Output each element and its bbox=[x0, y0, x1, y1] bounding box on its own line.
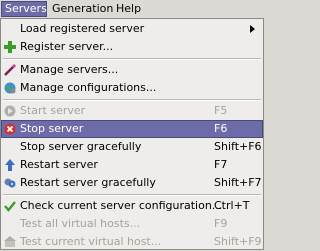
menu-item-label: Stop server bbox=[20, 122, 84, 135]
menu-item-label: Test current virtual host... bbox=[20, 235, 162, 248]
menu-item-manage-servers[interactable]: Manage servers... bbox=[1, 61, 263, 79]
menu-item-restart-server-gracefully[interactable]: Restart server gracefully Shift+F7 bbox=[1, 174, 263, 192]
plus-icon bbox=[4, 41, 16, 53]
menubar: Servers Generation Help bbox=[0, 0, 264, 18]
menu-servers-label: Servers bbox=[5, 2, 47, 15]
config-globe-icon bbox=[4, 82, 16, 94]
submenu-arrow-icon bbox=[250, 25, 255, 33]
restart-icon bbox=[4, 159, 16, 171]
check-icon bbox=[4, 200, 16, 212]
menu-item-label: Register server... bbox=[20, 40, 114, 53]
stop-icon bbox=[4, 123, 16, 135]
menu-item-label: Start server bbox=[20, 104, 86, 117]
menu-item-shortcut: F5 bbox=[214, 104, 228, 117]
menu-item-shortcut: Shift+F6 bbox=[214, 140, 262, 153]
menu-item-start-server[interactable]: Start server F5 bbox=[1, 102, 263, 120]
menu-separator bbox=[3, 58, 261, 60]
menu-generation[interactable]: Generation bbox=[49, 1, 115, 17]
menu-item-shortcut: F9 bbox=[214, 217, 228, 230]
menu-item-shortcut: F7 bbox=[214, 158, 228, 171]
test-host-icon bbox=[4, 236, 16, 248]
menu-item-label: Load registered server bbox=[20, 22, 145, 35]
menu-item-shortcut: Shift+F7 bbox=[214, 176, 262, 189]
menu-item-restart-server[interactable]: Restart server F7 bbox=[1, 156, 263, 174]
menu-item-label: Restart server gracefully bbox=[20, 176, 156, 189]
start-icon bbox=[4, 105, 16, 117]
menu-item-label: Stop server gracefully bbox=[20, 140, 142, 153]
wand-icon bbox=[4, 64, 16, 76]
menu-help-label: Help bbox=[116, 2, 142, 15]
menu-item-test-current-virtual-host[interactable]: Test current virtual host... Shift+F9 bbox=[1, 233, 263, 251]
menu-item-label: Check current server configuration... bbox=[20, 199, 223, 212]
menu-item-manage-configurations[interactable]: Manage configurations... bbox=[1, 79, 263, 97]
restart-graceful-icon bbox=[4, 177, 16, 189]
menu-help[interactable]: Help bbox=[113, 1, 147, 17]
menu-item-label: Restart server bbox=[20, 158, 98, 171]
menu-item-label: Manage servers... bbox=[20, 63, 119, 76]
menu-item-shortcut: F6 bbox=[214, 122, 228, 135]
servers-dropdown-menu: Load registered server Register server..… bbox=[0, 18, 264, 250]
menu-item-label: Manage configurations... bbox=[20, 81, 157, 94]
menu-item-test-all-virtual-hosts[interactable]: Test all virtual hosts... F9 bbox=[1, 215, 263, 233]
menu-item-check-configuration[interactable]: Check current server configuration... Ct… bbox=[1, 197, 263, 215]
menu-item-shortcut: Ctrl+T bbox=[214, 199, 250, 212]
menu-item-load-registered-server[interactable]: Load registered server bbox=[1, 20, 263, 38]
menu-servers[interactable]: Servers bbox=[1, 1, 47, 17]
menu-item-stop-server-gracefully[interactable]: Stop server gracefully Shift+F6 bbox=[1, 138, 263, 156]
menu-separator bbox=[3, 194, 261, 196]
menu-item-register-server[interactable]: Register server... bbox=[1, 38, 263, 56]
menu-item-shortcut: Shift+F9 bbox=[214, 235, 262, 248]
menu-generation-label: Generation bbox=[52, 2, 114, 15]
menu-item-stop-server[interactable]: Stop server F6 bbox=[1, 120, 263, 138]
menu-separator bbox=[3, 99, 261, 101]
menu-item-label: Test all virtual hosts... bbox=[20, 217, 141, 230]
